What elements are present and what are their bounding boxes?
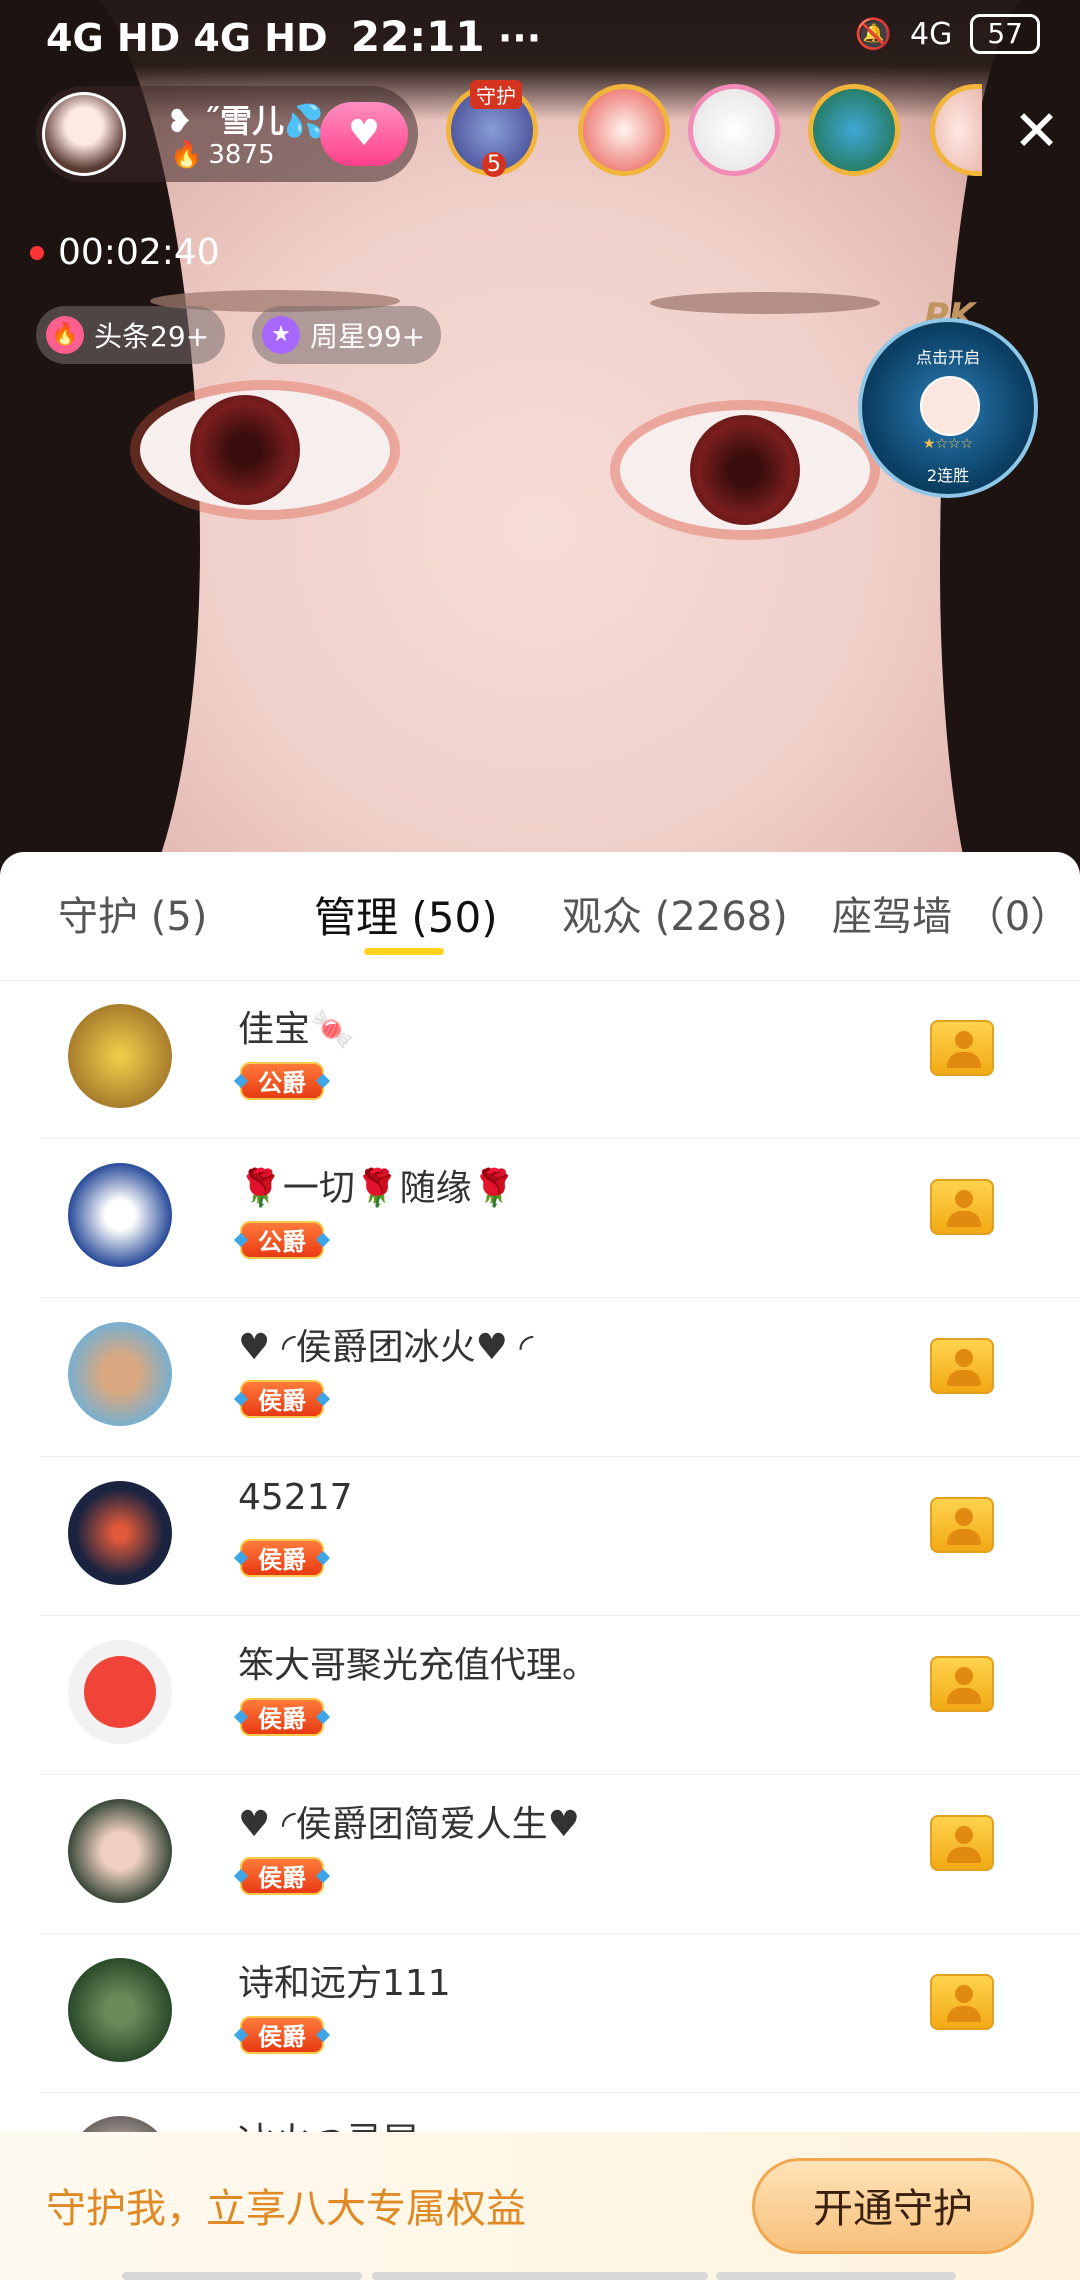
video-brow-right xyxy=(650,292,880,314)
host-avatar[interactable] xyxy=(42,92,126,176)
tab-vehicle-wall[interactable]: 座驾墙 （0） xyxy=(832,884,1070,942)
close-icon[interactable]: ✕ xyxy=(1013,104,1060,160)
weekly-star-pill-label: 周星99+ xyxy=(310,320,426,353)
list-item[interactable]: 诗和远方111 侯爵 xyxy=(40,1934,1080,2093)
tab-guard[interactable]: 守护 (5) xyxy=(58,884,207,942)
member-name: 45217 xyxy=(238,1477,353,1518)
tab-audience-label: 观众 xyxy=(562,894,642,940)
rank-badge: 公爵 xyxy=(240,1062,324,1100)
manage-user-button[interactable] xyxy=(930,1020,994,1076)
guard-badge-level: 5 xyxy=(482,152,506,177)
rank-badge: 侯爵 xyxy=(240,2016,324,2054)
flame-icon: 🔥 xyxy=(46,316,84,354)
guard-promo-text: 守护我，立享八大专属权益 xyxy=(46,2186,526,2232)
host-heat-value: 3875 xyxy=(208,140,275,170)
manage-user-button[interactable] xyxy=(930,1179,994,1235)
avatar[interactable] xyxy=(68,1322,172,1426)
status-right: 🔕 4G 57 xyxy=(855,14,1040,54)
list-item[interactable]: 🌹一切🌹随缘🌹 公爵 xyxy=(40,1139,1080,1298)
network-4g-indicator: 4G xyxy=(910,16,953,52)
tab-vehicle-wall-count: （0） xyxy=(964,894,1071,940)
rank-badge: 侯爵 xyxy=(240,1857,324,1895)
list-item[interactable]: ♥ ◜侯爵团冰火♥ ◜ 侯爵 xyxy=(40,1298,1080,1457)
list-item[interactable]: 佳宝🍬 公爵 xyxy=(40,980,1080,1139)
manage-user-button[interactable] xyxy=(930,1656,994,1712)
status-bar: 4G HD 4G HD 22:11 ··· 🔕 4G 57 xyxy=(0,0,1080,70)
audience-sheet: 守护 (5) 管理 (50) 观众 (2268) 座驾墙 （0） 佳宝🍬 公爵 … xyxy=(0,852,1080,2280)
rank-badge: 侯爵 xyxy=(240,1380,324,1418)
open-guard-button[interactable]: 开通守护 xyxy=(752,2158,1034,2254)
avatar[interactable] xyxy=(68,1799,172,1903)
member-name: 诗和远方111 xyxy=(238,1963,451,2004)
headline-pill-label: 头条29+ xyxy=(94,320,210,353)
weekly-star-pill[interactable]: ★ 周星99+ xyxy=(252,306,442,364)
status-left: 4G HD 4G HD 22:11 ··· xyxy=(46,12,541,61)
pk-widget[interactable]: 点击开启 ★☆☆☆ 2连胜 xyxy=(858,318,1038,498)
live-timer: 00:02:40 xyxy=(30,232,220,273)
star-icon: ★ xyxy=(262,316,300,354)
mute-bell-icon: 🔕 xyxy=(854,16,893,52)
nav-hint-bar xyxy=(122,2272,362,2280)
live-video: 4G HD 4G HD 22:11 ··· 🔕 4G 57 ❥ ˝雪儿💦 🔥 38… xyxy=(0,0,1080,880)
follow-heart-button[interactable]: ♥ xyxy=(320,102,408,166)
tab-audience[interactable]: 观众 (2268) xyxy=(562,884,788,942)
recording-dot-icon xyxy=(30,245,44,260)
tab-guard-label: 守护 xyxy=(58,894,138,940)
battery-indicator: 57 xyxy=(970,14,1040,54)
guard-promo-bar: 守护我，立享八大专属权益 开通守护 xyxy=(0,2132,1080,2280)
pk-stars: ★☆☆☆ xyxy=(922,436,974,452)
tab-bar: 守护 (5) 管理 (50) 观众 (2268) 座驾墙 （0） xyxy=(0,852,1080,981)
heart-icon: ♥ xyxy=(347,113,381,154)
rank-badge: 公爵 xyxy=(240,1221,324,1259)
list-item[interactable]: 笨大哥聚光充值代理。 侯爵 xyxy=(40,1616,1080,1775)
avatar[interactable] xyxy=(68,1163,172,1267)
top-viewer-avatar-2[interactable] xyxy=(688,84,780,176)
member-name: 笨大哥聚光充值代理。 xyxy=(238,1645,599,1686)
list-item[interactable]: 45217 侯爵 xyxy=(40,1457,1080,1616)
manage-user-button[interactable] xyxy=(930,1974,994,2030)
avatar[interactable] xyxy=(68,1640,172,1744)
more-status-icon: ··· xyxy=(497,16,542,60)
member-name: ♥ ◜侯爵团冰火♥ ◜ xyxy=(238,1327,534,1368)
pk-wins: 2连胜 xyxy=(926,466,970,485)
tab-vehicle-wall-label: 座驾墙 xyxy=(832,894,952,940)
nav-hint-bar xyxy=(716,2272,956,2280)
avatar[interactable] xyxy=(68,1481,172,1585)
clock: 22:11 xyxy=(350,12,485,61)
member-name: 🌹一切🌹随缘🌹 xyxy=(238,1168,517,1209)
host-heat: 🔥 3875 xyxy=(170,140,275,170)
manage-user-button[interactable] xyxy=(930,1497,994,1553)
pk-tip: 点击开启 xyxy=(915,348,980,367)
tab-manage-count: (50) xyxy=(411,893,498,942)
top-viewer-avatar-1[interactable] xyxy=(578,84,670,176)
host-name: ❥ ˝雪儿💦 xyxy=(166,102,324,140)
list-item[interactable]: ♥ ◜侯爵团简爱人生♥ 侯爵 xyxy=(40,1775,1080,1934)
network-indicator: 4G HD 4G HD xyxy=(46,16,328,60)
host-card[interactable]: ❥ ˝雪儿💦 🔥 3875 ♥ xyxy=(36,86,418,182)
video-eye-left xyxy=(140,390,390,510)
guard-badge-label: 守护 xyxy=(470,80,522,109)
tab-manage[interactable]: 管理 (50) xyxy=(314,884,498,945)
avatar[interactable] xyxy=(68,1004,172,1108)
active-tab-indicator xyxy=(364,948,444,955)
member-name: ♥ ◜侯爵团简爱人生♥ xyxy=(238,1804,580,1845)
member-list[interactable]: 佳宝🍬 公爵 🌹一切🌹随缘🌹 公爵 ♥ ◜侯爵团冰火♥ ◜ 侯爵 45217 侯… xyxy=(0,980,1080,2093)
live-timer-text: 00:02:40 xyxy=(58,232,220,273)
nav-hint-bar xyxy=(372,2272,708,2280)
rank-badge: 侯爵 xyxy=(240,1539,324,1577)
manage-user-button[interactable] xyxy=(930,1338,994,1394)
tab-audience-count: (2268) xyxy=(654,894,788,940)
avatar[interactable] xyxy=(68,1958,172,2062)
tab-guard-count: (5) xyxy=(150,894,208,940)
top-viewer-avatar-3[interactable] xyxy=(808,84,900,176)
pk-avatar xyxy=(920,376,980,436)
manage-user-button[interactable] xyxy=(930,1815,994,1871)
tab-manage-label: 管理 xyxy=(314,893,399,942)
video-eye-right xyxy=(620,410,870,530)
fire-icon: 🔥 xyxy=(170,140,203,170)
rank-badge: 侯爵 xyxy=(240,1698,324,1736)
headline-pill[interactable]: 🔥 头条29+ xyxy=(36,306,226,364)
member-name: 佳宝🍬 xyxy=(238,1009,355,1050)
